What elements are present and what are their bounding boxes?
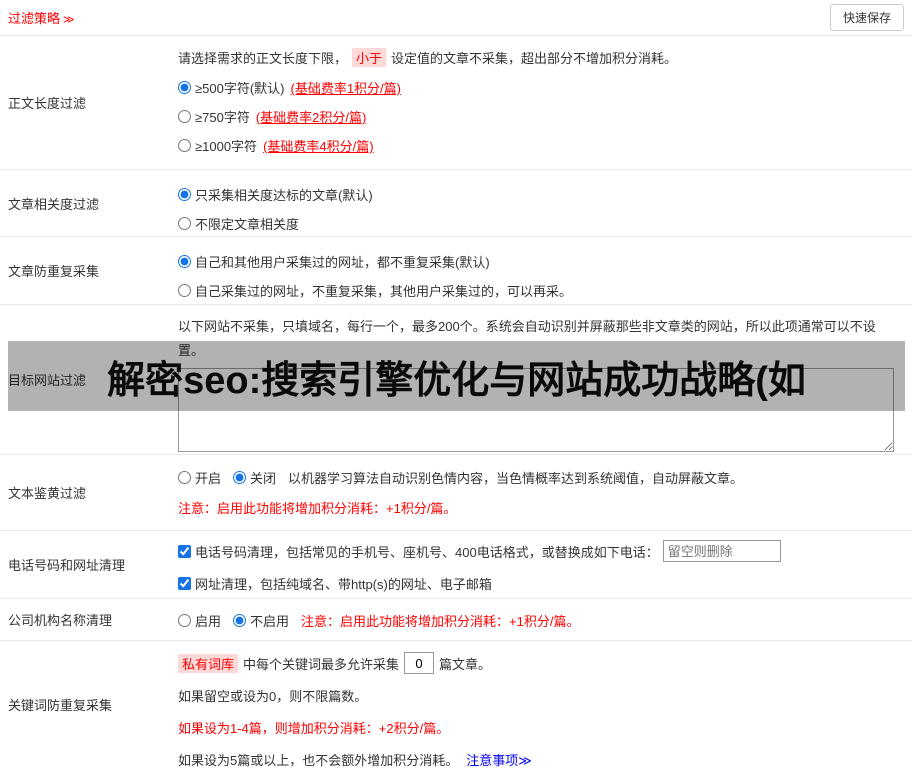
dedup-all-text: 自己和其他用户采集过的网址，都不重复采集(默认) <box>195 255 490 270</box>
target-site-desc: 以下网站不采集，只填域名，每行一个，最多200个。系统会自动识别并屏蔽那些非文章… <box>178 319 876 358</box>
company-off-radio[interactable] <box>233 613 247 627</box>
length-filter-label: 正文长度过滤 <box>8 96 87 111</box>
row-phone-url-cleanup: 电话号码和网址清理 电话号码清理，包括常见的手机号、座机号、400电话格式，或替… <box>0 531 912 599</box>
length-500-rate-note: (基础费率1积分/篇) <box>290 81 401 96</box>
phone-cleanup-line: 电话号码清理，包括常见的手机号、座机号、400电话格式，或替换成如下电话： <box>178 539 902 563</box>
length-intro-post: 设定值的文章不采集，超出部分不增加积分消耗。 <box>391 50 678 66</box>
length-option-1000: ≥1000字符 (基础费率4积分/篇) <box>178 131 902 160</box>
length-intro-pre: 请选择需求的正文长度下限， <box>178 50 348 66</box>
keyword-note-1-4: 如果设为1-4篇，则增加积分消耗：+2积分/篇。 <box>178 720 450 736</box>
length-750-text: ≥750字符 <box>195 110 250 125</box>
url-cleanup-line: 网址清理，包括纯域名、带http(s)的网址、电子邮箱 <box>178 571 902 595</box>
porn-off-option: 关闭 <box>233 468 276 487</box>
dedup-all-radio[interactable] <box>178 255 191 268</box>
length-intro: 请选择需求的正文长度下限， 小于 设定值的文章不采集，超出部分不增加积分消耗。 <box>178 46 902 68</box>
keyword-dedup-label: 关键词防重复采集 <box>8 698 113 713</box>
length-intro-highlight: 小于 <box>352 47 387 67</box>
keyword-note-5plus: 如果设为5篇或以上，也不会额外增加积分消耗。 <box>178 752 459 768</box>
url-cleanup-text: 网址清理，包括纯域名、带http(s)的网址、电子邮箱 <box>195 576 492 592</box>
phone-cleanup-text: 电话号码清理，包括常见的手机号、座机号、400电话格式，或替换成如下电话： <box>195 544 659 560</box>
porn-on-text: 开启 <box>195 470 222 486</box>
company-off-option: 不启用 <box>233 611 289 630</box>
keyword-limit-mid: 中每个关键词最多允许采集 <box>243 656 400 672</box>
relevance-any-radio[interactable] <box>178 217 191 230</box>
length-500-radio[interactable] <box>178 81 191 94</box>
porn-off-text: 关闭 <box>250 470 277 486</box>
relevance-option-default: 只采集相关度达标的文章(默认) <box>178 180 902 209</box>
phone-cleanup-checkbox[interactable] <box>178 544 191 558</box>
page-title: 过滤策略 <box>8 11 61 26</box>
company-cleanup-label: 公司机构名称清理 <box>8 613 113 628</box>
keyword-note-5plus-line: 如果设为5篇或以上，也不会额外增加积分消耗。 注意事项≫ <box>178 747 902 768</box>
company-off-text: 不启用 <box>250 613 290 629</box>
target-site-label: 目标网站过滤 <box>8 373 87 388</box>
page-title-toggle[interactable]: 过滤策略 ≫ <box>8 8 75 27</box>
porn-options-line: 开启 关闭 以机器学习算法自动识别色情内容，当色情概率达到系统阈值，自动屏蔽文章… <box>178 465 902 489</box>
company-cost-note: 注意：启用此功能将增加积分消耗：+1积分/篇。 <box>301 613 580 629</box>
length-1000-rate-note: (基础费率4积分/篇) <box>263 139 374 154</box>
row-porn-filter: 文本鉴黄过滤 开启 关闭 以机器学习算法自动识别色情内容，当色情概率达到系统阈值… <box>0 455 912 531</box>
porn-off-radio[interactable] <box>233 470 247 484</box>
company-on-radio[interactable] <box>178 613 191 627</box>
relevance-any-text: 不限定文章相关度 <box>195 217 300 232</box>
filter-strategy-page: 过滤策略 ≫ 快速保存 正文长度过滤 请选择需求的正文长度下限， 小于 设定值的文… <box>0 0 912 768</box>
row-length-filter: 正文长度过滤 请选择需求的正文长度下限， 小于 设定值的文章不采集，超出部分不增… <box>0 36 912 170</box>
row-target-site-filter: 目标网站过滤 以下网站不采集，只填域名，每行一个，最多200个。系统会自动识别并… <box>0 305 912 455</box>
dedup-self-radio[interactable] <box>178 284 191 297</box>
keyword-limit-input[interactable] <box>404 652 435 674</box>
company-on-text: 启用 <box>195 613 222 629</box>
keyword-limit-post: 篇文章。 <box>439 656 492 672</box>
notice-link[interactable]: 注意事项≫ <box>466 750 532 768</box>
url-cleanup-checkbox[interactable] <box>178 576 191 590</box>
dedup-self-text: 自己采集过的网址，不重复采集，其他用户采集过的，可以再采。 <box>195 284 573 299</box>
quick-save-button[interactable]: 快速保存 <box>829 4 904 31</box>
porn-filter-label: 文本鉴黄过滤 <box>8 486 87 501</box>
length-option-500: ≥500字符(默认) (基础费率1积分/篇) <box>178 73 902 102</box>
relevance-filter-label: 文章相关度过滤 <box>8 196 100 212</box>
porn-desc: 以机器学习算法自动识别色情内容，当色情概率达到系统阈值，自动屏蔽文章。 <box>288 470 744 486</box>
relevance-option-any: 不限定文章相关度 <box>178 209 902 238</box>
dedup-option-self: 自己采集过的网址，不重复采集，其他用户采集过的，可以再采。 <box>178 276 902 305</box>
company-options-line: 启用 不启用 注意：启用此功能将增加积分消耗：+1积分/篇。 <box>178 608 902 632</box>
chevron-double-icon: ≫ <box>63 14 75 26</box>
row-dedup-filter: 文章防重复采集 自己和其他用户采集过的网址，都不重复采集(默认) 自己采集过的网… <box>0 237 912 305</box>
length-1000-text: ≥1000字符 <box>195 139 258 154</box>
porn-on-radio[interactable] <box>178 470 191 484</box>
keyword-note-zero: 如果留空或设为0，则不限篇数。 <box>178 688 368 704</box>
target-site-textarea[interactable] <box>178 368 894 452</box>
porn-on-option: 开启 <box>178 468 221 487</box>
phone-replace-input[interactable] <box>662 540 781 562</box>
length-option-750: ≥750字符 (基础费率2积分/篇) <box>178 102 902 131</box>
relevance-default-text: 只采集相关度达标的文章(默认) <box>195 188 373 203</box>
row-keyword-dedup: 关键词防重复采集 私有词库 中每个关键词最多允许采集 篇文章。 如果留空或设为0… <box>0 641 912 768</box>
length-1000-radio[interactable] <box>178 139 191 152</box>
dedup-filter-label: 文章防重复采集 <box>8 264 100 279</box>
private-lexicon-badge: 私有词库 <box>178 653 239 673</box>
porn-cost-note: 注意：启用此功能将增加积分消耗：+1积分/篇。 <box>178 501 457 516</box>
topbar: 过滤策略 ≫ 快速保存 <box>0 0 912 36</box>
dedup-option-all: 自己和其他用户采集过的网址，都不重复采集(默认) <box>178 247 902 276</box>
length-750-rate-note: (基础费率2积分/篇) <box>255 110 367 125</box>
relevance-default-radio[interactable] <box>178 188 191 201</box>
length-750-radio[interactable] <box>178 110 191 123</box>
phone-url-label: 电话号码和网址清理 <box>8 558 126 573</box>
length-500-text: ≥500字符(默认) <box>195 81 285 96</box>
row-relevance-filter: 文章相关度过滤 只采集相关度达标的文章(默认) 不限定文章相关度 <box>0 170 912 237</box>
company-on-option: 启用 <box>178 611 221 630</box>
row-company-cleanup: 公司机构名称清理 启用 不启用 注意：启用此功能将增加积分消耗：+1积分/篇。 <box>0 599 912 641</box>
keyword-limit-line: 私有词库 中每个关键词最多允许采集 篇文章。 <box>178 651 902 675</box>
